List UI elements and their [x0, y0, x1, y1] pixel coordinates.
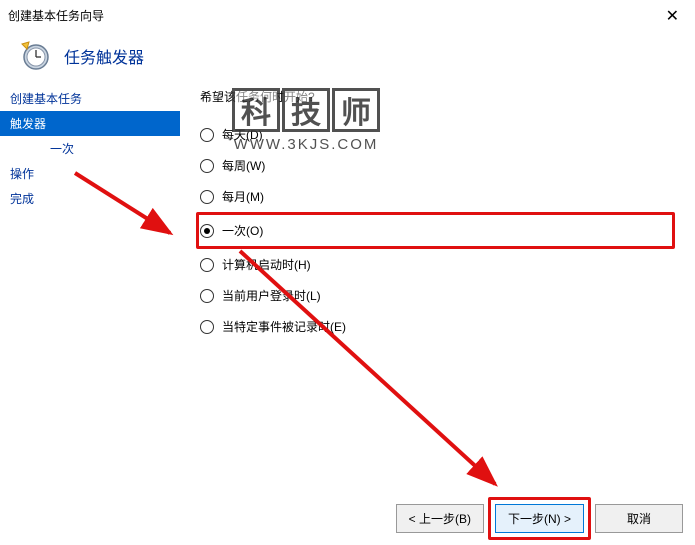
- titlebar: 创建基本任务向导 ✕: [0, 0, 695, 30]
- option-monthly[interactable]: 每月(M): [200, 181, 675, 212]
- clock-icon: [20, 40, 52, 72]
- option-on-event[interactable]: 当特定事件被记录时(E): [200, 311, 675, 342]
- option-label: 当前用户登录时(L): [222, 287, 321, 304]
- radio-icon: [200, 128, 214, 142]
- option-label: 一次(O): [222, 222, 263, 239]
- content-area: 创建基本任务 触发器 一次 操作 完成 希望该任务何时开始? 每天(D) 每周(…: [0, 86, 695, 496]
- option-once[interactable]: 一次(O): [200, 220, 666, 241]
- main-panel: 希望该任务何时开始? 每天(D) 每周(W) 每月(M) 一次(O): [180, 86, 695, 496]
- wizard-footer: < 上一步(B) 下一步(N) > 取消: [396, 504, 683, 533]
- highlight-box-once: 一次(O): [196, 212, 675, 249]
- option-label: 每周(W): [222, 157, 265, 174]
- option-at-startup[interactable]: 计算机启动时(H): [200, 249, 675, 280]
- option-label: 当特定事件被记录时(E): [222, 318, 346, 335]
- sidebar-item-finish[interactable]: 完成: [0, 186, 180, 211]
- sidebar-subitem-once[interactable]: 一次: [0, 136, 180, 161]
- trigger-options: 每天(D) 每周(W) 每月(M) 一次(O) 计算机启动时(H): [200, 119, 675, 342]
- option-label: 计算机启动时(H): [222, 256, 311, 273]
- radio-icon: [200, 224, 214, 238]
- option-weekly[interactable]: 每周(W): [200, 150, 675, 181]
- option-daily[interactable]: 每天(D): [200, 119, 675, 150]
- close-icon[interactable]: ✕: [658, 4, 687, 28]
- back-button[interactable]: < 上一步(B): [396, 504, 484, 533]
- cancel-button[interactable]: 取消: [595, 504, 683, 533]
- prompt-text: 希望该任务何时开始?: [200, 88, 675, 105]
- sidebar-item-action[interactable]: 操作: [0, 161, 180, 186]
- radio-icon: [200, 320, 214, 334]
- radio-icon: [200, 190, 214, 204]
- option-label: 每天(D): [222, 126, 263, 143]
- page-title: 任务触发器: [64, 44, 144, 68]
- wizard-steps-sidebar: 创建基本任务 触发器 一次 操作 完成: [0, 86, 180, 496]
- wizard-header: 任务触发器: [0, 30, 695, 86]
- next-button[interactable]: 下一步(N) >: [495, 504, 584, 533]
- radio-icon: [200, 258, 214, 272]
- radio-icon: [200, 289, 214, 303]
- window-title: 创建基本任务向导: [8, 7, 104, 24]
- radio-icon: [200, 159, 214, 173]
- sidebar-item-trigger[interactable]: 触发器: [0, 111, 180, 136]
- highlight-box-next: 下一步(N) >: [488, 497, 591, 540]
- option-at-logon[interactable]: 当前用户登录时(L): [200, 280, 675, 311]
- option-label: 每月(M): [222, 188, 264, 205]
- sidebar-item-create-task[interactable]: 创建基本任务: [0, 86, 180, 111]
